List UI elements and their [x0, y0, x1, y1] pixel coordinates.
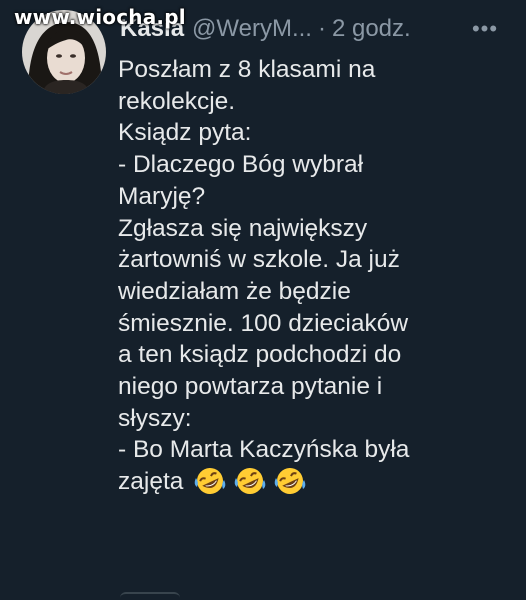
- tweet-line: śmiesznie. 100 dzieciaków: [118, 309, 409, 337]
- tweet-line: rekolekcje.: [118, 87, 236, 115]
- tweet-line: Zgłasza się największy: [118, 214, 368, 242]
- timestamp[interactable]: 2 godz.: [332, 15, 411, 43]
- rolling-on-floor-laughing-emoji-icon: [235, 467, 266, 494]
- tweet-line: Maryję?: [118, 182, 206, 210]
- tweet-line: niego powtarza pytanie i: [118, 373, 383, 401]
- tweet-line: Poszłam z 8 klasami na: [118, 56, 376, 83]
- rolling-on-floor-laughing-emoji-icon: [195, 467, 226, 494]
- emoji-group: [193, 466, 307, 496]
- tweet-line-last-text: zajęta: [118, 468, 184, 496]
- separator: ·: [317, 15, 326, 42]
- tweet[interactable]: www.wiocha.pl Kasia @WeryM... · 2 godz. …: [0, 0, 526, 598]
- tweet-line: żartowniś w szkole. Ja już: [118, 246, 400, 274]
- watermark-logo: www.wiocha.pl: [14, 5, 186, 29]
- tweet-line: wiedziałam że będzie: [118, 277, 351, 305]
- tweet-text: Poszłam z 8 klasami na rekolekcje. Ksiąd…: [118, 54, 518, 498]
- tweet-line: słyszy:: [118, 404, 192, 432]
- user-handle[interactable]: @WeryM...: [192, 15, 312, 43]
- tweet-line-last: zajęta: [118, 466, 518, 498]
- tweet-line: - Bo Marta Kaczyńska była: [118, 436, 410, 464]
- rolling-on-floor-laughing-emoji-icon: [275, 467, 306, 494]
- tweet-line: - Dlaczego Bóg wybrał: [118, 151, 364, 179]
- more-options-icon[interactable]: •••: [470, 12, 500, 46]
- tweet-line: a ten ksiądz podchodzi do: [118, 341, 402, 369]
- action-bar-edge: [120, 592, 180, 600]
- tweet-line: Ksiądz pyta:: [118, 119, 252, 147]
